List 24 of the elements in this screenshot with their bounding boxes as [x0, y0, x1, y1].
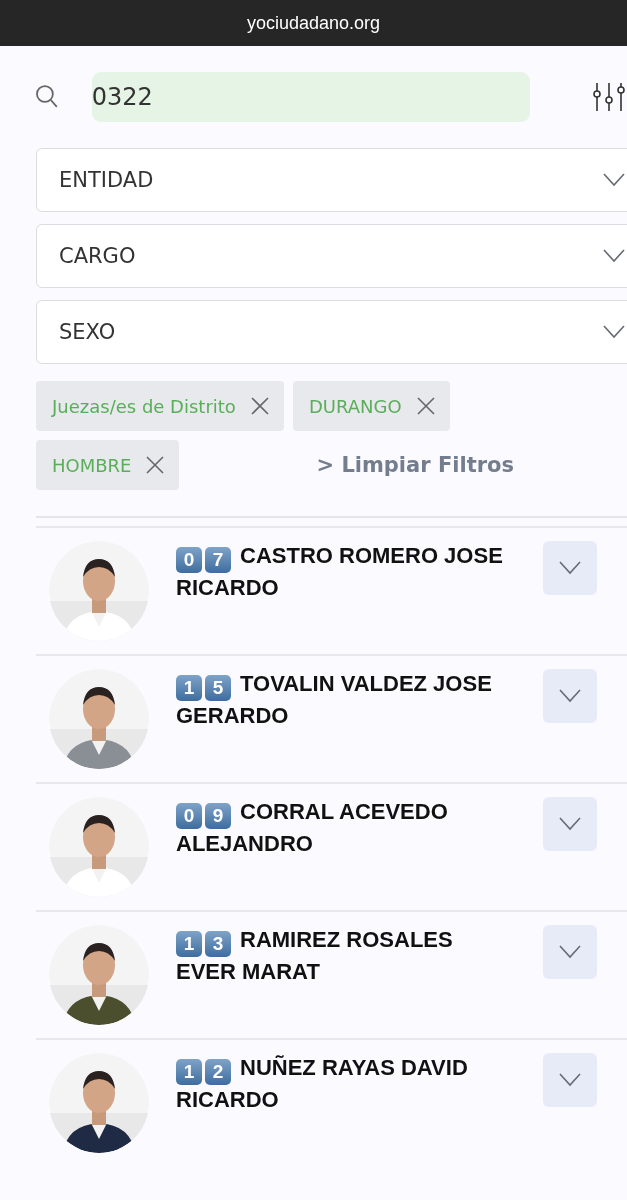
clear-filters-link[interactable]: > Limpiar Filtros: [316, 453, 514, 477]
candidate-name: 1 5 TOVALIN VALDEZ JOSE GERARDO: [176, 670, 493, 730]
chevron-icon: [603, 249, 625, 263]
dropdown[interactable]: SEXO: [36, 300, 627, 364]
chevron-icon: [559, 817, 581, 831]
chevron-icon: [559, 945, 581, 959]
candidate-name: 1 2 NUÑEZ RAYAS DAVID RICARDO: [176, 1054, 469, 1114]
candidate-name: 0 7 CASTRO ROMERO JOSE RICARDO: [176, 542, 504, 602]
dropdown[interactable]: ENTIDAD: [36, 148, 627, 212]
dropdown[interactable]: CARGO: [36, 224, 627, 288]
chevron-icon: [559, 689, 581, 703]
close-icon[interactable]: [415, 396, 436, 416]
url-text: yociudadano.org: [246, 12, 381, 34]
chevron-icon: [603, 325, 625, 339]
close-icon[interactable]: [249, 396, 270, 416]
candidate-name: 0 9 CORRAL ACEVEDO ALEJANDRO: [176, 798, 449, 858]
chevron-icon: [603, 173, 625, 187]
search-icon[interactable]: [35, 84, 59, 110]
chevron-icon: [559, 1073, 581, 1087]
candidate-name: 1 3 RAMIREZ ROSALES EVER MARAT: [176, 926, 454, 986]
search-field[interactable]: 0322: [91, 72, 530, 122]
sliders-icon[interactable]: [593, 82, 627, 112]
close-icon[interactable]: [145, 455, 166, 475]
chevron-icon: [559, 561, 581, 575]
